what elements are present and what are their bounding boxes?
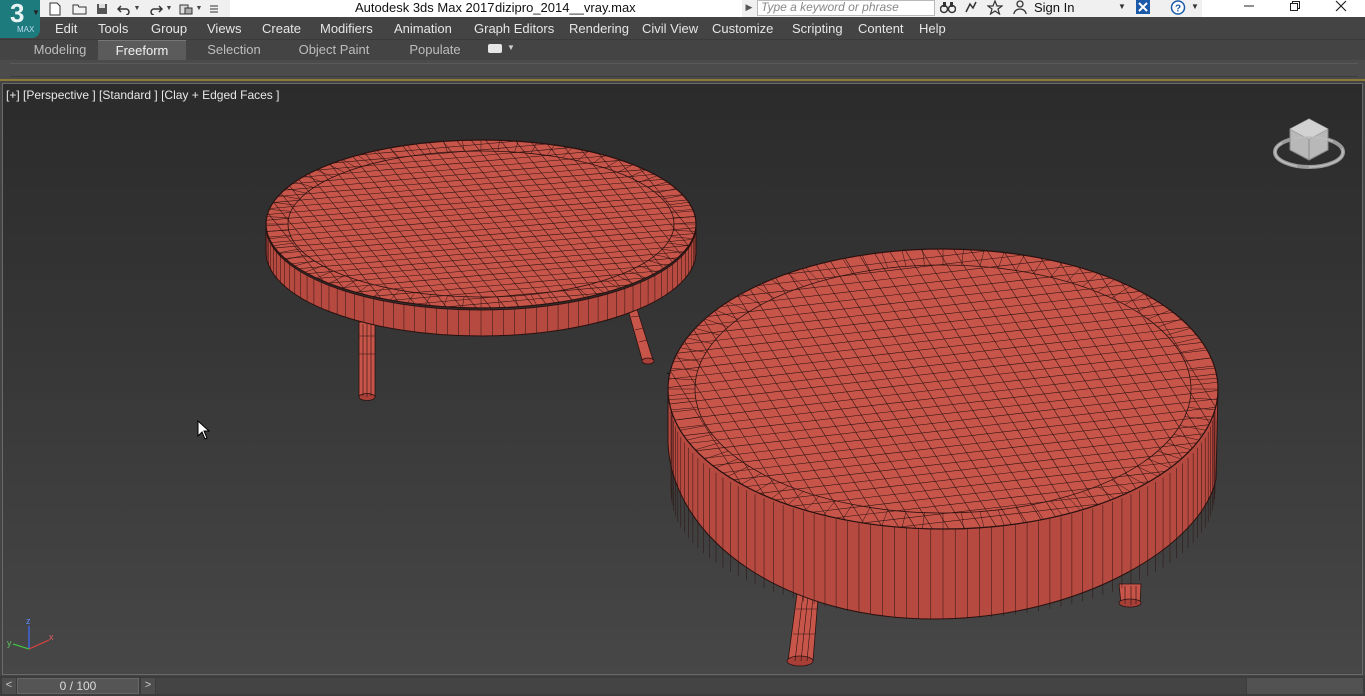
close-icon[interactable] — [1318, 0, 1364, 16]
menu-scripting[interactable]: Scripting — [792, 21, 843, 36]
app-logo-icon[interactable]: 3 MAX ▼ — [0, 0, 40, 38]
search-placeholder: Type a keyword or phrase — [761, 0, 899, 14]
perspective-viewport[interactable]: z x y [+] [Perspective ] [Standard ] [Cl… — [2, 83, 1363, 675]
help-icon[interactable]: ? — [1170, 0, 1186, 16]
redo-dropdown[interactable]: ▼ — [165, 5, 173, 12]
binoculars-icon[interactable] — [939, 0, 957, 16]
star-icon[interactable] — [986, 0, 1004, 16]
menu-graph-editors[interactable]: Graph Editors — [474, 21, 554, 36]
app-menu-dropdown-icon[interactable]: ▼ — [32, 8, 40, 17]
timeline-bar: < 0 / 100 > — [0, 676, 1365, 696]
menu-rendering[interactable]: Rendering — [569, 21, 629, 36]
axis-z-label: z — [26, 616, 31, 626]
axis-tripod-icon: z x y — [7, 616, 54, 650]
help-dropdown-icon[interactable]: ▼ — [1191, 0, 1199, 16]
ribbon-dropdown-icon[interactable]: ▼ — [507, 43, 515, 52]
viewport-label[interactable]: [+] [Perspective ] [Standard ] [Clay + E… — [6, 88, 279, 102]
ribbon-panel-area — [10, 63, 1358, 77]
exchange-icon[interactable] — [1136, 0, 1150, 16]
app-title: Autodesk 3ds Max 2017 — [355, 0, 495, 15]
sign-in-button[interactable]: Sign In — [1034, 0, 1074, 15]
table-2-leg-back — [1118, 583, 1142, 608]
quick-access-toolbar: ▼ ▼ ▼ — [46, 0, 223, 17]
track-bar[interactable] — [156, 678, 1246, 694]
save-icon[interactable] — [93, 1, 111, 16]
search-expand-icon[interactable]: ▶ — [743, 0, 755, 16]
table-1-top — [265, 139, 697, 309]
menu-create[interactable]: Create — [262, 21, 301, 36]
redo-icon[interactable] — [147, 1, 165, 16]
svg-text:?: ? — [1175, 4, 1181, 15]
project-dropdown[interactable]: ▼ — [195, 5, 203, 12]
restore-icon[interactable] — [1272, 0, 1318, 16]
viewcube-icon[interactable] — [1273, 118, 1345, 169]
table-1-leg-right — [626, 305, 655, 365]
ribbon-panel — [0, 60, 1365, 81]
timeline-next-button[interactable]: > — [141, 678, 155, 694]
menu-tools[interactable]: Tools — [98, 21, 128, 36]
tab-modeling[interactable]: Modeling — [28, 40, 92, 60]
table-1-leg-left — [358, 321, 376, 401]
tab-selection[interactable]: Selection — [200, 40, 268, 60]
new-file-icon[interactable] — [46, 1, 64, 16]
menu-customize[interactable]: Customize — [712, 21, 773, 36]
user-icon[interactable] — [1013, 0, 1027, 16]
menu-modifiers[interactable]: Modifiers — [320, 21, 373, 36]
mouse-cursor-icon — [197, 420, 211, 440]
undo-dropdown[interactable]: ▼ — [133, 5, 141, 12]
track-bar-end — [1247, 678, 1363, 694]
axis-x-label: x — [49, 632, 54, 642]
menu-content[interactable]: Content — [858, 21, 904, 36]
app-logo-sub: MAX — [17, 25, 35, 34]
scene-render: z x y — [7, 118, 1345, 667]
tab-populate[interactable]: Populate — [404, 40, 466, 60]
tab-object-paint[interactable]: Object Paint — [296, 40, 372, 60]
timeline-prev-button[interactable]: < — [2, 678, 16, 694]
ribbon-tabs: Modeling Freeform Selection Object Paint… — [0, 40, 1365, 60]
axis-y-label: y — [7, 638, 12, 648]
menu-edit[interactable]: Edit — [55, 21, 77, 36]
search-input[interactable]: Type a keyword or phrase — [757, 0, 935, 16]
project-icon[interactable] — [177, 1, 195, 16]
workspace-dropdown-icon[interactable] — [205, 1, 223, 16]
satellite-icon[interactable] — [964, 0, 978, 16]
file-name: dizipro_2014__vray.max — [495, 0, 636, 15]
sign-in-dropdown-icon[interactable]: ▼ — [1118, 0, 1126, 16]
minimize-icon[interactable] — [1226, 0, 1272, 16]
menu-help[interactable]: Help — [919, 21, 946, 36]
tab-freeform[interactable]: Freeform — [98, 40, 186, 60]
menu-animation[interactable]: Animation — [394, 21, 452, 36]
undo-icon[interactable] — [115, 1, 133, 16]
menu-civil-view[interactable]: Civil View — [642, 21, 698, 36]
menu-group[interactable]: Group — [151, 21, 187, 36]
open-folder-icon[interactable] — [70, 1, 88, 16]
ribbon-toggle-icon[interactable] — [488, 44, 502, 53]
menu-bar: Edit Tools Group Views Create Modifiers … — [0, 17, 1365, 40]
menu-views[interactable]: Views — [207, 21, 241, 36]
time-slider[interactable]: 0 / 100 — [17, 678, 139, 694]
title-bar: ▼ ▼ ▼ Autodesk 3ds Max 2017 dizipro_2014… — [0, 0, 1365, 17]
